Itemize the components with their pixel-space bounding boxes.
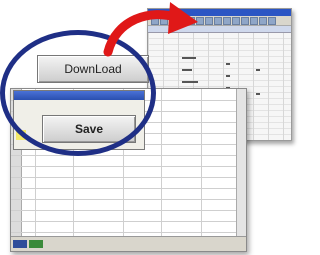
red-arrow-icon [103,2,198,57]
